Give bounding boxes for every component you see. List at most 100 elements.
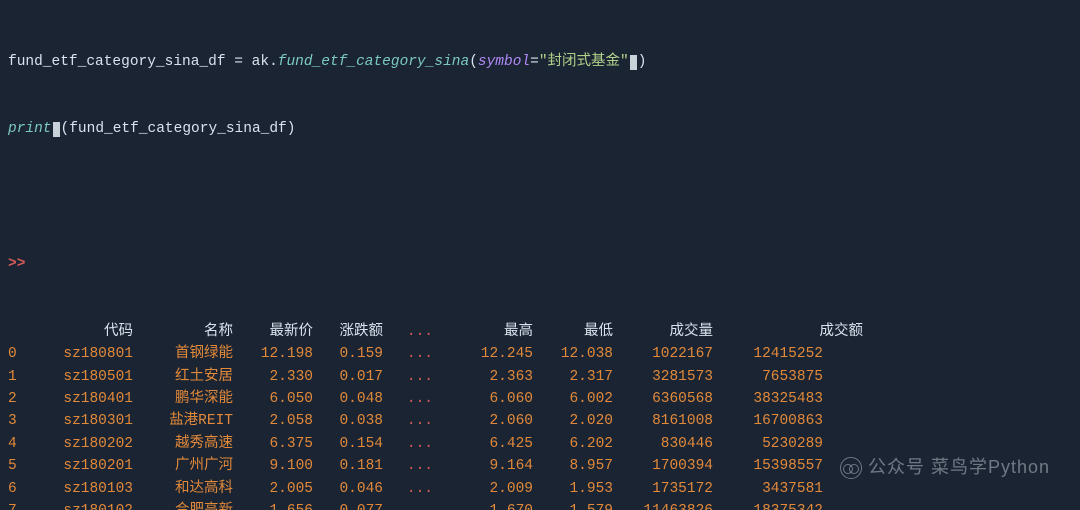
table-cell: 2.317: [533, 366, 613, 388]
table-cell: 2.060: [453, 410, 533, 432]
table-row: 4sz180202越秀高速6.3750.154... 6.4256.2028304…: [8, 433, 1072, 455]
table-cell: 1022167: [613, 343, 713, 365]
table-cell: ...: [383, 433, 433, 455]
table-cell: 鹏华深能: [133, 388, 233, 410]
text-cursor: [53, 122, 60, 137]
table-cell: 1.953: [533, 478, 613, 500]
table-cell: 38325483: [713, 388, 823, 410]
table-cell: 合肥高新: [133, 500, 233, 510]
table-cell: 0.077: [313, 500, 383, 510]
table-header-row: 代码名称最新价涨跌额...最高最低成交量成交额: [8, 321, 1072, 343]
string-literal: "封闭式基金": [539, 54, 629, 70]
table-row: 6sz180103和达高科2.0050.046...2.0091.9531735…: [8, 478, 1072, 500]
table-cell: 6.425: [453, 433, 533, 455]
table-cell: 最新价: [233, 321, 313, 343]
table-cell: 成交额: [713, 321, 863, 343]
table-cell: 2.058: [233, 410, 313, 432]
table-cell: ...: [383, 366, 433, 388]
code-line-1: fund_etf_category_sina_df = ak.fund_etf_…: [8, 51, 1072, 73]
table-cell: sz180301: [38, 410, 133, 432]
table-cell: 3281573: [613, 366, 713, 388]
table-cell: ...: [383, 478, 433, 500]
table-cell: 涨跌额: [313, 321, 383, 343]
blank-line: [8, 186, 1072, 208]
table-cell: ...: [383, 388, 433, 410]
table-cell: 最低: [533, 321, 613, 343]
table-cell: 和达高科: [133, 478, 233, 500]
table-cell: 6.202: [533, 433, 613, 455]
table-cell: 1735172: [613, 478, 713, 500]
table-cell: 15398557: [713, 455, 823, 477]
table-cell: 8.957: [533, 455, 613, 477]
table-row: 5sz180201广州广河9.1000.181...9.1648.9571700…: [8, 455, 1072, 477]
table-cell: 盐港REIT: [133, 410, 233, 432]
table-cell: 4: [8, 433, 38, 455]
table-cell: sz180501: [38, 366, 133, 388]
table-cell: 1.656: [233, 500, 313, 510]
table-cell: 名称: [133, 321, 233, 343]
table-row: 2sz180401鹏华深能6.0500.048...6.0606.0026360…: [8, 388, 1072, 410]
table-cell: 8161008: [613, 410, 713, 432]
table-cell: 6360568: [613, 388, 713, 410]
table-cell: ...: [383, 343, 433, 365]
table-cell: 2: [8, 388, 38, 410]
table-cell: 0.038: [313, 410, 383, 432]
table-cell: ...: [383, 410, 433, 432]
table-cell: 12.198: [233, 343, 313, 365]
prompt-line: >>: [8, 253, 1072, 275]
table-cell: 3: [8, 410, 38, 432]
table-cell: 2.363: [453, 366, 533, 388]
table-cell: 6.002: [533, 388, 613, 410]
table-cell: 18375342: [713, 500, 823, 510]
table-row: 0sz180801首钢绿能12.1980.159...12.24512.0381…: [8, 343, 1072, 365]
table-cell: 12415252: [713, 343, 823, 365]
table-cell: 0: [8, 343, 38, 365]
table-cell: 1: [8, 366, 38, 388]
table-cell: 最高: [453, 321, 533, 343]
table-cell: 6.375: [233, 433, 313, 455]
table-cell: 7653875: [713, 366, 823, 388]
table-cell: 12.038: [533, 343, 613, 365]
table-cell: 2.005: [233, 478, 313, 500]
table-cell: 9.100: [233, 455, 313, 477]
table-cell: sz180401: [38, 388, 133, 410]
table-cell: 0.159: [313, 343, 383, 365]
table-cell: 9.164: [453, 455, 533, 477]
repl-prompt: >>: [8, 256, 25, 272]
table-cell: ...: [383, 500, 433, 510]
table-cell: sz180102: [38, 500, 133, 510]
table-cell: 成交量: [613, 321, 713, 343]
table-row: 1sz180501红土安居2.3300.017... 2.3632.3173281…: [8, 366, 1072, 388]
table-cell: sz180202: [38, 433, 133, 455]
table-row: 7sz180102合肥高新1.6560.077... 1.6701.5791146…: [8, 500, 1072, 510]
table-cell: 5230289: [713, 433, 823, 455]
function-call: fund_etf_category_sina: [278, 54, 469, 70]
table-cell: 6: [8, 478, 38, 500]
table-cell: 12.245: [453, 343, 533, 365]
table-cell: 1.579: [533, 500, 613, 510]
table-cell: 0.048: [313, 388, 383, 410]
table-cell: 首钢绿能: [133, 343, 233, 365]
table-cell: 0.154: [313, 433, 383, 455]
table-cell: 5: [8, 455, 38, 477]
table-cell: 广州广河: [133, 455, 233, 477]
table-cell: 830446: [613, 433, 713, 455]
table-cell: 红土安居: [133, 366, 233, 388]
table-cell: 1.670: [453, 500, 533, 510]
table-cell: 代码: [38, 321, 133, 343]
table-cell: 16700863: [713, 410, 823, 432]
print-call: print: [8, 121, 52, 137]
table-cell: ...: [383, 455, 433, 477]
terminal-output: fund_etf_category_sina_df = ak.fund_etf_…: [0, 0, 1080, 510]
table-cell: 7: [8, 500, 38, 510]
table-cell: sz180103: [38, 478, 133, 500]
dataframe-output: 代码名称最新价涨跌额...最高最低成交量成交额0sz180801首钢绿能12.1…: [8, 321, 1072, 510]
table-cell: sz180201: [38, 455, 133, 477]
table-cell: 2.330: [233, 366, 313, 388]
table-cell: sz180801: [38, 343, 133, 365]
table-cell: 11463826: [613, 500, 713, 510]
text-cursor: [630, 55, 637, 70]
table-cell: 0.017: [313, 366, 383, 388]
table-cell: 越秀高速: [133, 433, 233, 455]
table-row: 3sz180301盐港REIT2.0580.038...2.0602.02081…: [8, 410, 1072, 432]
